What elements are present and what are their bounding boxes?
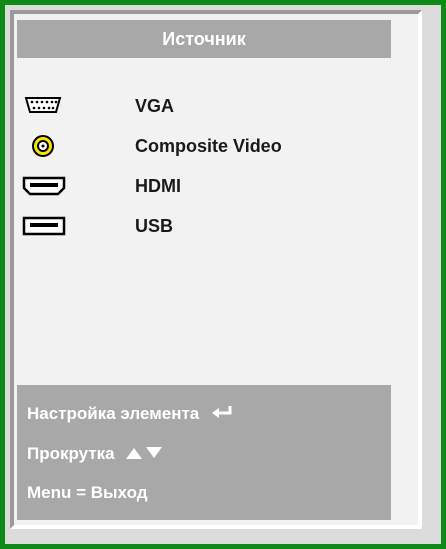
- help-footer: Настройка элемента Прокрутка Menu = Выхо…: [17, 385, 391, 520]
- source-label: Composite Video: [135, 136, 282, 156]
- hdmi-port-icon: [20, 170, 80, 202]
- arrow-up-icon: [125, 442, 143, 468]
- usb-port-icon: [20, 210, 80, 242]
- source-item-vga[interactable]: VGA: [20, 90, 390, 122]
- footer-exit: Menu = Выход: [27, 483, 148, 502]
- source-item-hdmi[interactable]: HDMI: [20, 170, 390, 202]
- footer-scroll: Прокрутка: [27, 441, 163, 467]
- source-label: HDMI: [135, 176, 181, 196]
- source-item-composite[interactable]: Composite Video: [20, 130, 390, 162]
- menu-title: Источник: [17, 20, 391, 58]
- arrow-down-icon: [145, 442, 163, 468]
- composite-video-icon: [20, 130, 80, 162]
- source-label: VGA: [135, 96, 175, 116]
- adjust-label: Настройка элемента: [27, 404, 200, 423]
- footer-adjust: Настройка элемента: [27, 401, 236, 427]
- source-item-usb[interactable]: USB: [20, 210, 390, 242]
- enter-arrow-icon: [210, 402, 236, 428]
- scroll-label: Прокрутка: [27, 444, 115, 463]
- source-label: USB: [135, 216, 174, 236]
- vga-port-icon: [20, 90, 80, 122]
